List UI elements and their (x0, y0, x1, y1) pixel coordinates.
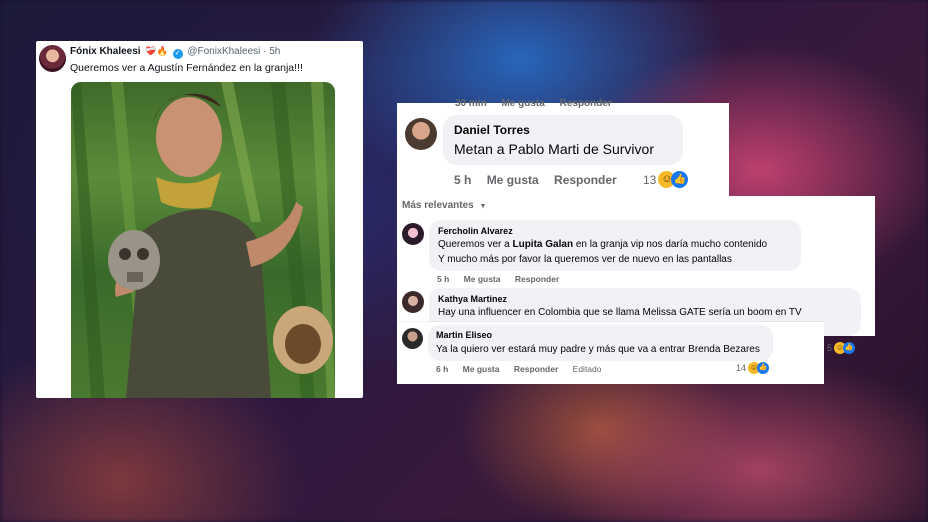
sort-label: Más relevantes (402, 200, 474, 211)
tweet-photo[interactable] (71, 82, 335, 398)
partial-meta-row: 30 min Me gusta Responder (455, 98, 624, 109)
comment-text-line2: Y mucho más por favor la queremos ver de… (438, 254, 732, 265)
like-link[interactable]: Me gusta (464, 274, 501, 284)
kathya-avatar[interactable] (402, 291, 424, 313)
reply-link[interactable]: Responder (515, 274, 559, 284)
comment-author[interactable]: Daniel Torres (454, 123, 530, 137)
reaction-summary[interactable]: 13 ☺ 👍 (643, 171, 689, 188)
comments-panel: Más relevantes ▼ Fercholin Alvarez Quere… (397, 196, 875, 354)
comment-bubble: Fercholin Alvarez Queremos ver a Lupita … (429, 220, 801, 271)
comment-card-daniel: 30 min Me gusta Responder Daniel Torres … (397, 98, 729, 196)
comment-author[interactable]: Kathya Martinez (438, 294, 507, 304)
comment-text: Hay una influencer en Colombia que se ll… (438, 307, 802, 318)
tweet-author-handle[interactable]: @FonixKhaleesi (187, 46, 260, 57)
reply-link[interactable]: Responder (514, 364, 558, 374)
text-fragment: en la granja vip nos daría mucho conteni… (573, 239, 768, 250)
separator-dot: · (263, 46, 267, 57)
reaction-count: 14 (736, 363, 747, 373)
tweet-author-name[interactable]: Fónix Khaleesi (70, 46, 141, 57)
comment-time[interactable]: 6 h (436, 364, 448, 374)
reaction-summary[interactable]: 5 ☺ 👍 (827, 342, 856, 354)
tweet-time[interactable]: 5h (269, 46, 280, 57)
tweet-card: Fónix Khaleesi ❤️‍🩹🔥 ✓ @FonixKhaleesi · … (36, 41, 363, 398)
partial-like-link[interactable]: Me gusta (501, 98, 544, 109)
comment-bubble: Daniel Torres Metan a Pablo Marti de Sur… (443, 115, 683, 165)
comment-actions: 6 h Me gusta Responder Editado (436, 364, 614, 374)
tweet-text: Queremos ver a Agustín Fernández en la g… (70, 62, 303, 74)
partial-reply-link[interactable]: Responder (560, 98, 612, 109)
like-link[interactable]: Me gusta (487, 173, 539, 187)
text-fragment: Queremos ver a (438, 239, 513, 250)
comment-bubble: Martin Eliseo Ya la quiero ver estará mu… (428, 325, 773, 361)
edited-label: Editado (572, 364, 602, 374)
comment-author[interactable]: Fercholin Alvarez (438, 226, 513, 236)
contestant-photo-illustration (71, 82, 335, 398)
reaction-count: 5 (827, 343, 833, 353)
name-emojis: ❤️‍🩹🔥 (145, 46, 168, 56)
reaction-count: 13 (643, 172, 657, 187)
comment-time[interactable]: 5 h (454, 173, 471, 187)
like-reaction-icon: 👍 (757, 362, 770, 374)
sort-dropdown[interactable]: Más relevantes ▼ (402, 200, 486, 211)
chevron-down-icon: ▼ (479, 203, 487, 210)
verified-check-icon: ✓ (172, 49, 183, 59)
comment-text-line1: Queremos ver a Lupita Galan en la granja… (438, 239, 767, 250)
martin-avatar[interactable] (402, 328, 423, 349)
comment-author[interactable]: Martin Eliseo (436, 330, 492, 340)
comment-card-martin: Martin Eliseo Ya la quiero ver estará mu… (397, 322, 824, 384)
tweet-header: Fónix Khaleesi ❤️‍🩹🔥 ✓ @FonixKhaleesi · … (70, 46, 280, 59)
like-link[interactable]: Me gusta (463, 364, 500, 374)
comment-actions: 5 h Me gusta Responder (437, 274, 571, 284)
comment-text: Ya la quiero ver estará muy padre y más … (436, 344, 760, 355)
reaction-summary[interactable]: 14 ☺ 👍 (736, 362, 770, 374)
like-reaction-icon: 👍 (843, 342, 856, 354)
mentioned-name[interactable]: Lupita Galan (512, 239, 573, 250)
comment-actions: 5 h Me gusta Responder (454, 173, 629, 187)
tweet-author-avatar[interactable] (39, 45, 66, 72)
reply-link[interactable]: Responder (554, 173, 617, 187)
comment-time[interactable]: 5 h (437, 274, 449, 284)
like-reaction-icon: 👍 (671, 171, 689, 188)
daniel-avatar[interactable] (405, 118, 437, 150)
partial-time: 30 min (455, 98, 487, 109)
comment-text: Metan a Pablo Marti de Survivor (454, 141, 654, 157)
fercholin-avatar[interactable] (402, 223, 424, 245)
